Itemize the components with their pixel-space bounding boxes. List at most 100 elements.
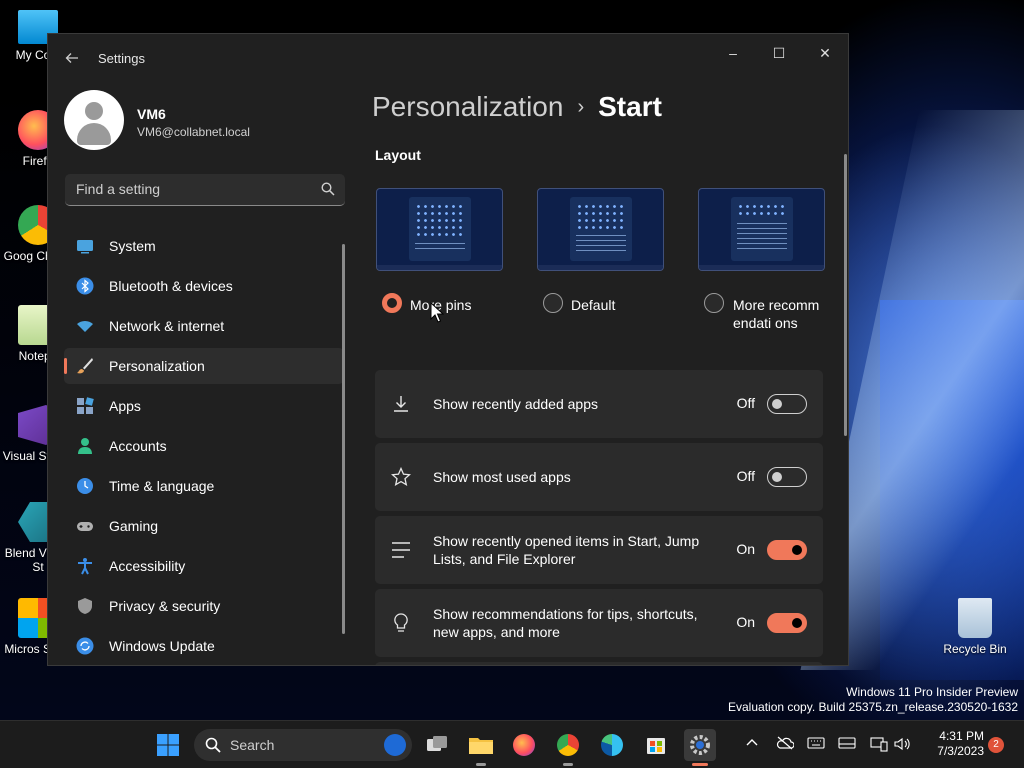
person-icon: [78, 438, 92, 454]
avatar-body: [77, 123, 111, 145]
taskbar-search-label: Search: [230, 737, 275, 753]
toggle-switch[interactable]: [767, 613, 807, 633]
toggle-state-text: Off: [736, 468, 755, 484]
layout-preview-more-pins[interactable]: [376, 188, 503, 271]
setting-label: Show recommendations for tips, shortcuts…: [433, 606, 698, 640]
firefox-button[interactable]: [508, 729, 540, 761]
toggle-switch[interactable]: [767, 540, 807, 560]
settings-button[interactable]: [684, 729, 716, 766]
setting-row-recommendations[interactable]: Show recommendations for tips, shortcuts…: [375, 589, 823, 657]
setting-row-recently-added[interactable]: Show recently added apps Off: [375, 370, 823, 438]
apps-icon: [77, 397, 94, 414]
toggle-knob: [772, 399, 782, 409]
sidebar-item-label: Accounts: [109, 438, 167, 454]
desktop-icon-recycle-bin[interactable]: Recycle Bin: [937, 598, 1013, 656]
firefox-icon: [513, 734, 535, 756]
radio-label-default[interactable]: Default: [571, 296, 615, 314]
file-explorer-button[interactable]: [465, 729, 497, 766]
onedrive-icon[interactable]: [776, 736, 795, 754]
active-indicator: [692, 763, 708, 766]
sidebar-item-privacy-security[interactable]: Privacy & security: [64, 588, 344, 624]
sidebar-item-network-internet[interactable]: Network & internet: [64, 308, 344, 344]
search-icon[interactable]: [321, 182, 335, 196]
radio-more-pins[interactable]: [382, 293, 402, 313]
close-button[interactable]: ✕: [802, 38, 848, 70]
sidebar-item-windows-update[interactable]: Windows Update: [64, 628, 344, 664]
brush-icon: [77, 358, 93, 374]
edge-button[interactable]: [596, 729, 628, 761]
sidebar-item-gaming[interactable]: Gaming: [64, 508, 344, 544]
toggle-knob: [772, 472, 782, 482]
layout-preview-default[interactable]: [537, 188, 664, 271]
layout-preview-more-recommendations[interactable]: [698, 188, 825, 271]
display-icon[interactable]: [838, 736, 856, 754]
breadcrumb-parent[interactable]: Personalization: [372, 91, 563, 122]
pins-grid: [576, 203, 626, 231]
sidebar-item-system[interactable]: System: [64, 228, 344, 264]
chrome-button[interactable]: [552, 729, 584, 766]
bing-icon[interactable]: [384, 734, 406, 756]
radio-label-more-recommendations[interactable]: More recommendati ons: [733, 296, 825, 332]
settings-window: Settings – ☐ ✕ VM6 VM6@collabnet.local S…: [47, 33, 849, 666]
toggle-state-text: On: [736, 614, 755, 630]
network-icon[interactable]: [870, 736, 888, 754]
sidebar-item-accessibility[interactable]: Accessibility: [64, 548, 344, 584]
update-icon: [76, 637, 94, 655]
toggle-state-text: Off: [736, 395, 755, 411]
sidebar-item-label: Accessibility: [109, 558, 186, 574]
window-title: Settings: [98, 51, 145, 66]
minimize-button[interactable]: –: [710, 38, 756, 70]
recommendation-lines: [415, 243, 465, 253]
page-title: Start: [598, 91, 662, 122]
sidebar-item-label: System: [109, 238, 156, 254]
taskbar-search-box[interactable]: Search: [194, 729, 412, 761]
task-view-button[interactable]: [421, 729, 453, 761]
avatar: [64, 90, 124, 150]
shield-icon: [78, 598, 92, 614]
sidebar-item-label: Bluetooth & devices: [109, 278, 233, 294]
layout-section-title: Layout: [375, 147, 421, 163]
sidebar-item-label: Network & internet: [109, 318, 225, 334]
toggle-knob: [792, 545, 802, 555]
chevron-up-icon[interactable]: [743, 736, 761, 754]
folder-icon: [469, 738, 493, 754]
setting-row-recently-opened[interactable]: Show recently opened items in Start, Jum…: [375, 516, 823, 584]
search-input[interactable]: [65, 174, 305, 204]
sidebar-item-label: Apps: [109, 398, 141, 414]
title-bar[interactable]: Settings – ☐ ✕: [48, 34, 848, 80]
start-menu-preview: [731, 197, 793, 261]
profile-name: VM6: [137, 106, 166, 122]
sidebar-item-personalization[interactable]: Personalization: [64, 348, 344, 384]
toggle-switch[interactable]: [767, 394, 807, 414]
toggle-knob: [792, 618, 802, 628]
toggle-switch[interactable]: [767, 467, 807, 487]
maximize-button[interactable]: ☐: [756, 38, 802, 70]
preview-taskbar: [377, 265, 502, 270]
bluetooth-icon: [76, 277, 94, 295]
settings-search[interactable]: [65, 174, 345, 206]
sidebar-item-bluetooth-devices[interactable]: Bluetooth & devices: [64, 268, 344, 304]
preview-taskbar: [699, 265, 824, 270]
notification-badge[interactable]: 2: [988, 737, 1004, 753]
preview-taskbar: [538, 265, 663, 270]
taskbar-clock[interactable]: 4:31 PM 7/3/2023: [920, 729, 984, 759]
content-scrollbar[interactable]: [844, 154, 847, 436]
profile-email: VM6@collabnet.local: [137, 125, 250, 139]
setting-row-most-used[interactable]: Show most used apps Off: [375, 443, 823, 511]
sidebar-item-label: Personalization: [109, 358, 205, 374]
radio-default[interactable]: [543, 293, 563, 313]
volume-icon[interactable]: [893, 736, 911, 754]
sidebar-item-accounts[interactable]: Accounts: [64, 428, 344, 464]
recycle-bin-icon: [958, 598, 992, 638]
store-icon: [647, 738, 665, 754]
back-button[interactable]: [60, 46, 84, 70]
keyboard-icon[interactable]: [807, 736, 825, 754]
sidebar-item-apps[interactable]: Apps: [64, 388, 344, 424]
arrow-left-icon: [65, 53, 78, 63]
store-button[interactable]: [640, 729, 672, 761]
sidebar-item-time-language[interactable]: Time & language: [64, 468, 344, 504]
globe-clock-icon: [77, 478, 93, 494]
sidebar-scrollbar[interactable]: [342, 244, 345, 634]
start-button[interactable]: [152, 729, 184, 761]
radio-more-recommendations[interactable]: [704, 293, 724, 313]
